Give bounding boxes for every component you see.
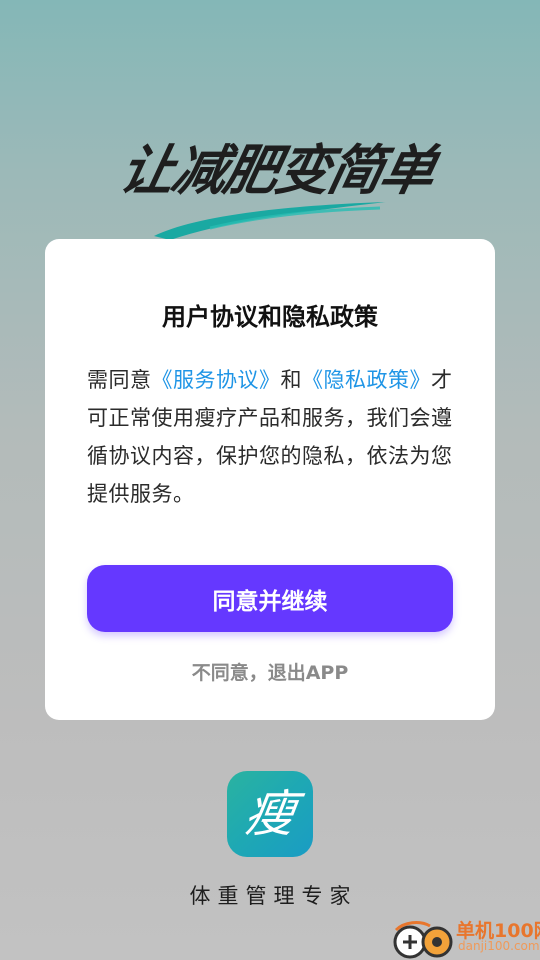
app-tagline: 体重管理专家 [189, 884, 358, 908]
slogan-banner: 让减肥变简单 [0, 112, 540, 242]
watermark-url: danji100.com [458, 939, 540, 953]
privacy-policy-link[interactable]: 《隐私政策》 [302, 368, 431, 392]
app-logo-glyph: 瘦 [240, 785, 300, 843]
agree-continue-button[interactable]: 同意并继续 [87, 565, 453, 632]
dialog-body: 需同意《服务协议》和《隐私政策》才可正常使用瘦疗产品和服务，我们会遵循协议内容，… [87, 361, 453, 513]
slogan-text: 让减肥变简单 [114, 139, 440, 202]
body-and: 和 [280, 368, 302, 392]
brush-stroke-icon [154, 202, 386, 240]
body-prefix: 需同意 [87, 368, 152, 392]
app-logo-icon: 瘦 [227, 771, 313, 857]
service-agreement-link[interactable]: 《服务协议》 [152, 368, 281, 392]
watermark-logo-icon [393, 921, 453, 959]
agreement-dialog: 用户协议和隐私政策 需同意《服务协议》和《隐私政策》才可正常使用瘦疗产品和服务，… [45, 239, 495, 720]
disagree-exit-link[interactable]: 不同意，退出APP [45, 658, 495, 685]
dialog-title: 用户协议和隐私政策 [162, 303, 378, 331]
watermark: 单机100网 danji100.com [388, 914, 540, 960]
